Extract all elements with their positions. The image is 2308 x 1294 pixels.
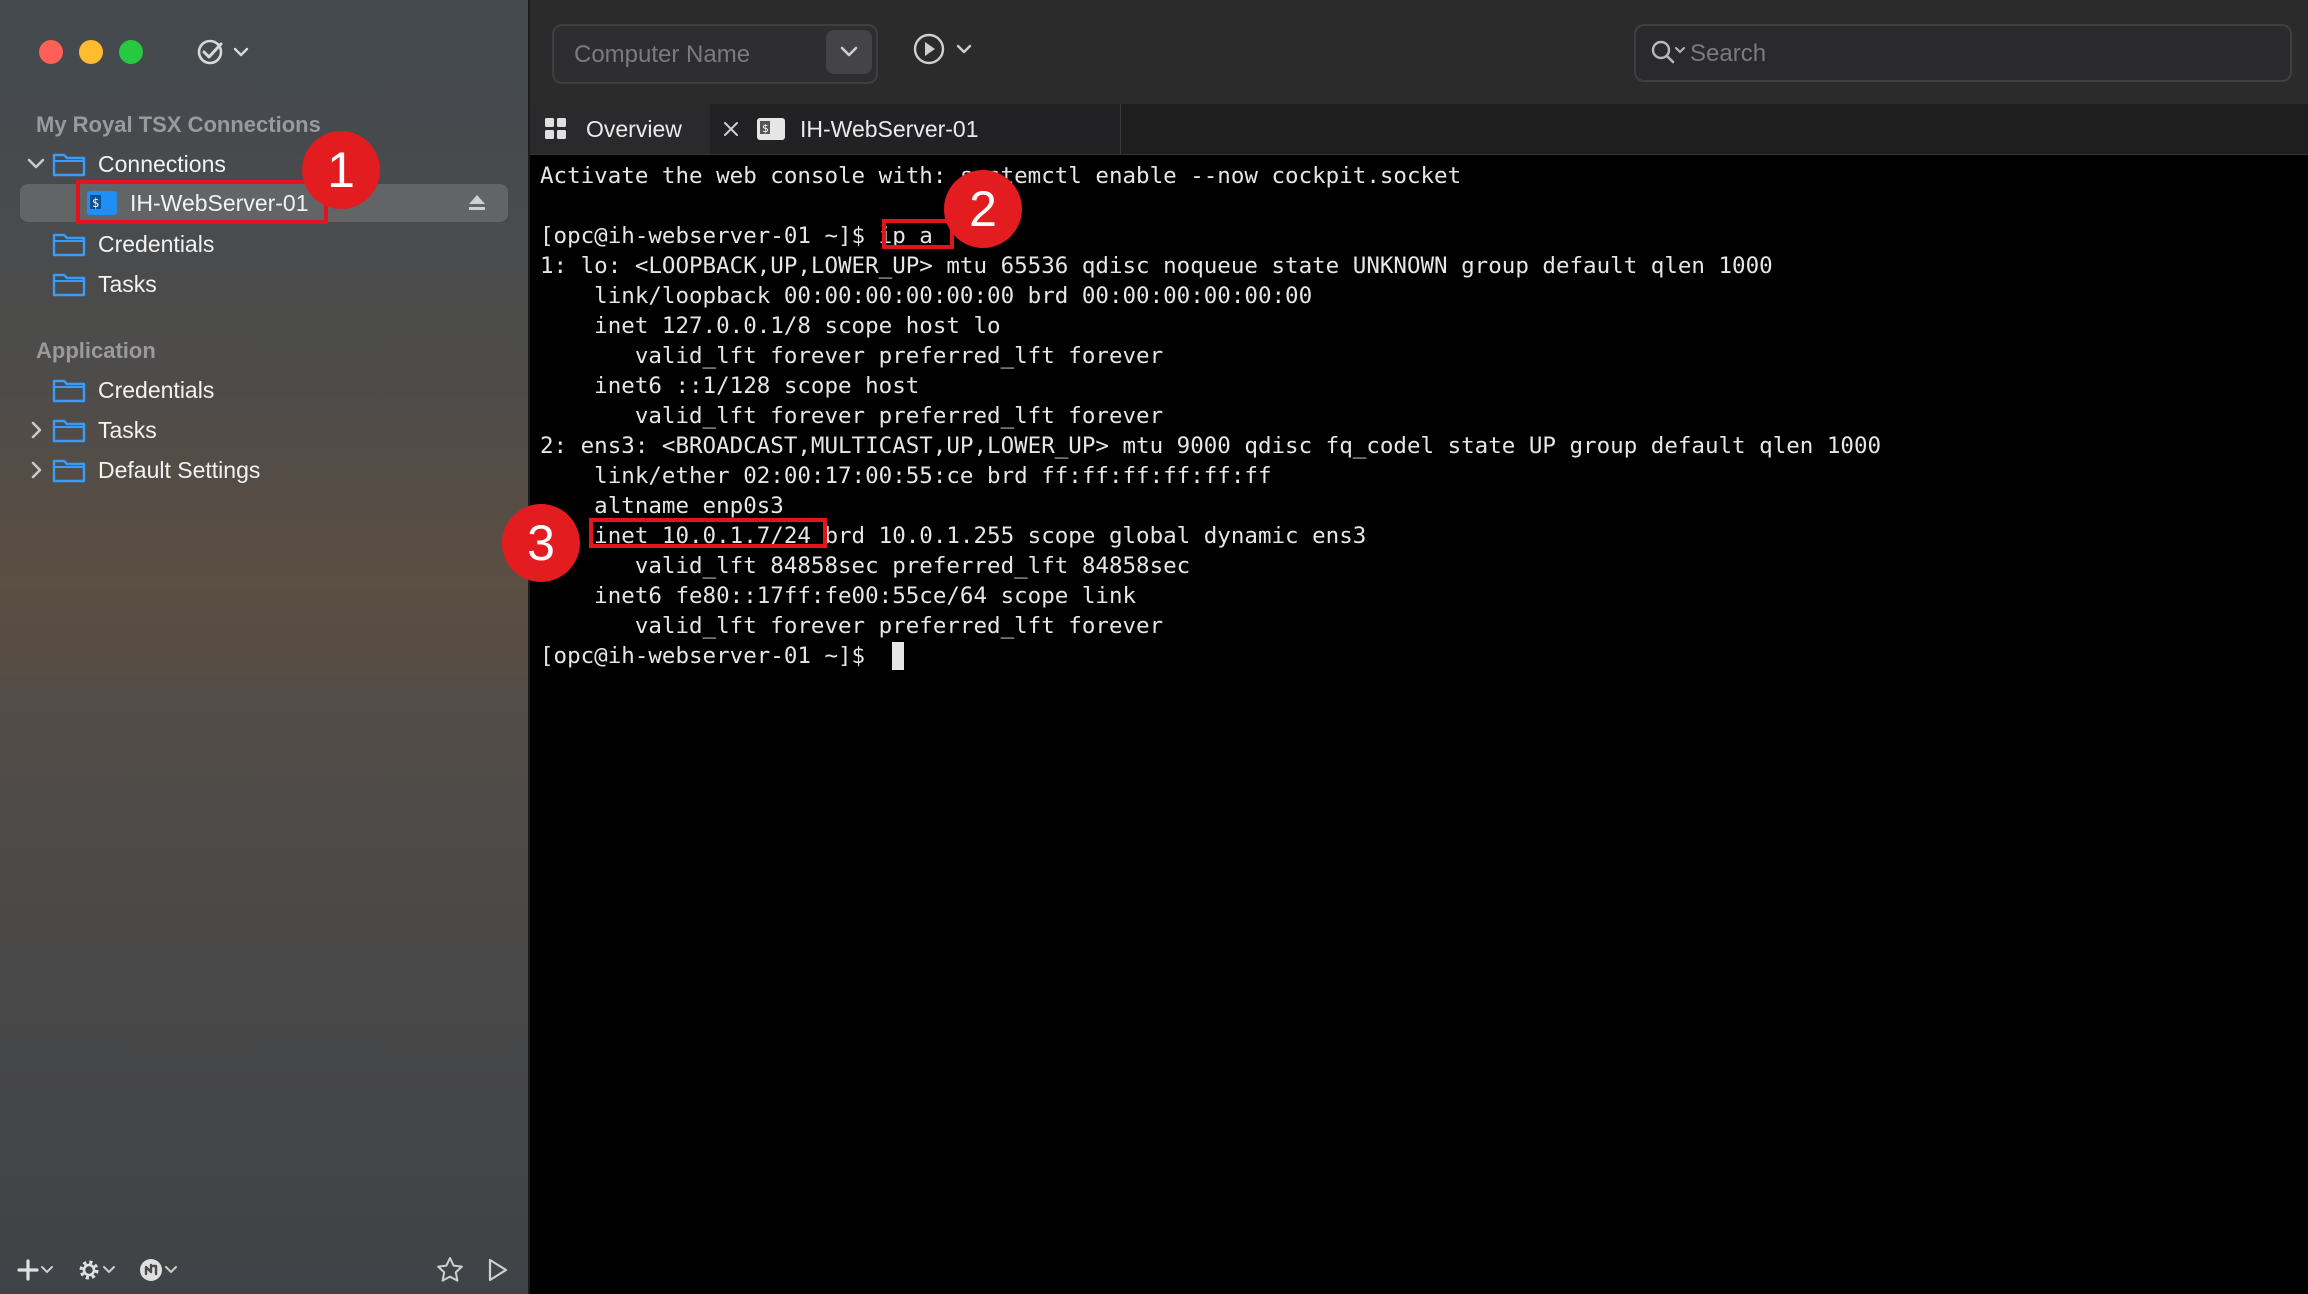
folder-icon (52, 153, 86, 177)
search-input[interactable] (1688, 36, 2272, 72)
terminal-prompt: [opc@ih-webserver-01 ~]$ (540, 643, 879, 669)
chevron-down-icon (233, 47, 249, 57)
sidebar-item-label: Default Settings (98, 456, 261, 483)
tab-overview[interactable]: Overview (530, 104, 711, 154)
sidebar-item-connections[interactable]: Connections (20, 145, 508, 183)
sidebar-item-tasks[interactable]: Tasks (20, 265, 508, 303)
chevron-right-icon[interactable] (24, 458, 48, 482)
step-badge-3: 3 (502, 504, 580, 582)
tab-bar: Overview $ IH-WebServer-01 (530, 104, 2308, 155)
sidebar-item-label: Tasks (98, 416, 157, 443)
connect-menu-button[interactable] (912, 32, 972, 66)
terminal-line: inet6 fe80::17ff:fe00:55ce/64 scope link (540, 583, 1137, 609)
gear-icon (79, 1260, 99, 1280)
chevron-down-icon (41, 1266, 53, 1274)
tab-label: IH-WebServer-01 (800, 115, 979, 142)
sidebar-item-label: Tasks (98, 270, 157, 297)
terminal-output[interactable]: Activate the web console with: systemctl… (530, 155, 2308, 1294)
tab-label: Overview (586, 115, 682, 142)
folder-icon (52, 233, 86, 257)
chevron-down-icon (165, 1266, 177, 1274)
terminal-line: 1: lo: <LOOPBACK,UP,LOWER_UP> mtu 65536 … (540, 253, 1773, 279)
sidebar-item-label: Credentials (98, 376, 215, 403)
sidebar-item-credentials[interactable]: Credentials (20, 225, 508, 263)
step-badge-1: 1 (302, 131, 380, 209)
folder-icon (52, 459, 86, 483)
highlight-box-ip (589, 518, 827, 548)
chevron-down-icon[interactable] (24, 152, 48, 176)
application-section-title: Application (36, 338, 156, 363)
close-tab-icon[interactable] (722, 120, 740, 138)
sidebar-item-label: Connections (98, 150, 226, 177)
settings-menu-button[interactable] (76, 1250, 116, 1290)
network-icon (140, 1259, 162, 1281)
star-icon (437, 1257, 463, 1282)
terminal-connection-icon: $ (757, 118, 785, 140)
sidebar-item-default-settings[interactable]: Default Settings (20, 451, 508, 489)
royal-tsx-window: My Royal TSX Connections Connections $ I… (0, 0, 2308, 1294)
terminal-line: valid_lft forever preferred_lft forever (540, 403, 1164, 429)
terminal-line: altname enp0s3 (540, 493, 784, 519)
terminal-line: 2: ens3: <BROADCAST,MULTICAST,UP,LOWER_U… (540, 433, 1882, 459)
minimize-window-button[interactable] (79, 40, 103, 64)
favorites-button[interactable] (436, 1250, 464, 1290)
connections-section-title: My Royal TSX Connections (36, 112, 321, 137)
chevron-right-icon[interactable] (24, 418, 48, 442)
close-window-button[interactable] (39, 40, 63, 64)
connect-button[interactable] (486, 1250, 510, 1290)
chevron-down-icon (956, 44, 972, 54)
svg-text:$: $ (762, 122, 769, 135)
highlight-box-command (882, 219, 954, 249)
grid-icon (545, 118, 566, 139)
play-circle-icon (913, 33, 945, 65)
sidebar-item-app-tasks[interactable]: Tasks (20, 411, 508, 449)
folder-icon (52, 273, 86, 297)
connection-status-icon (197, 39, 223, 65)
toolbar: Computer Name (530, 0, 2308, 104)
folder-icon (52, 379, 86, 403)
tab-ih-webserver[interactable]: $ IH-WebServer-01 (710, 104, 1121, 154)
status-menu-button[interactable] (195, 32, 249, 72)
terminal-line: [opc@ih-webserver-01 ~]$ ip a (540, 223, 933, 249)
main-area: Computer Name Search Overview $ IH-WebSe… (530, 0, 2308, 1294)
terminal-line: inet 127.0.0.1/8 scope host lo (540, 313, 1001, 339)
play-icon (488, 1258, 508, 1282)
chevron-down-icon (103, 1266, 115, 1274)
computer-name-combobox[interactable]: Computer Name (552, 24, 878, 84)
zoom-window-button[interactable] (119, 40, 143, 64)
terminal-cursor (892, 642, 904, 670)
folder-icon (52, 419, 86, 443)
terminal-line: valid_lft forever preferred_lft forever (540, 613, 1164, 639)
sidebar-item-app-credentials[interactable]: Credentials (20, 371, 508, 409)
network-menu-button[interactable] (138, 1250, 178, 1290)
computer-name-placeholder: Computer Name (574, 41, 751, 68)
highlight-box-server (76, 180, 328, 224)
search-field[interactable] (1634, 24, 2292, 82)
terminal-line: inet6 ::1/128 scope host (540, 373, 920, 399)
plus-icon (17, 1259, 39, 1281)
computer-name-dropdown-button[interactable] (826, 30, 872, 74)
eject-icon[interactable] (466, 193, 488, 213)
search-icon (1650, 39, 1686, 65)
terminal-line: valid_lft forever preferred_lft forever (540, 343, 1164, 369)
step-badge-2: 2 (944, 170, 1022, 248)
chevron-down-icon (840, 46, 858, 57)
add-menu-button[interactable] (16, 1250, 54, 1290)
terminal-line: link/loopback 00:00:00:00:00:00 brd 00:0… (540, 283, 1313, 309)
terminal-line: valid_lft 84858sec preferred_lft 84858se… (540, 553, 1191, 579)
sidebar-item-label: Credentials (98, 230, 215, 257)
terminal-line: link/ether 02:00:17:00:55:ce brd ff:ff:f… (540, 463, 1272, 489)
